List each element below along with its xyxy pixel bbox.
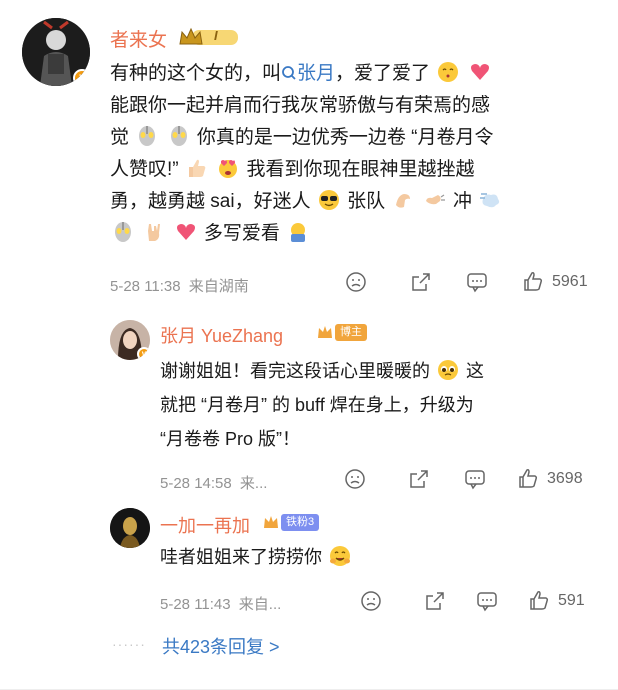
comment-line-6: 多写爱看 (203, 223, 280, 244)
reply-line-2: 就把 “月卷月” 的 buff 焊在身上，升级为 (160, 395, 474, 415)
avatar[interactable]: v (22, 18, 90, 86)
comment-line-4b: 我看到你现在眼神里越挫越 (246, 159, 475, 180)
comment-line-5c: 冲 (453, 191, 473, 212)
reply-line-1b: 这 (466, 361, 485, 381)
timestamp: 5-28 11:43 (160, 596, 231, 613)
reply-line-1: 谢谢姐姐！看完这段话心里暖暖的 (160, 361, 430, 381)
comment-line-3b: 你真的是一边优秀一边卷 “月卷月令 (196, 127, 494, 148)
reply-actions: 3698 (344, 468, 583, 490)
kissing-face-emoji-icon (438, 62, 459, 82)
like-icon (519, 469, 538, 488)
v-badge-icon: v (137, 347, 150, 360)
like-count: 5961 (552, 273, 588, 290)
reply-button[interactable] (464, 468, 517, 490)
comment-text-1: 有种的这个女的，叫 (110, 63, 282, 84)
sunglasses-emoji-icon (318, 190, 339, 210)
comment-meta: 5-28 11:38 来自湖南 (110, 275, 249, 296)
reply-body: 谢谢姐姐！看完这段话心里暖暖的 这 就把 “月卷月” 的 buff 焊在身上，升… (160, 354, 600, 456)
comment-icon (477, 592, 497, 612)
location: 来自湖南 (188, 278, 249, 295)
fan-badge: 铁粉3 (262, 513, 320, 531)
search-link-icon (282, 66, 296, 80)
crown-icon (264, 516, 278, 528)
pinch-hand-emoji-icon (396, 194, 411, 208)
reply-button[interactable] (466, 271, 522, 293)
avatar[interactable] (110, 508, 150, 548)
sad-face-icon (346, 272, 366, 292)
fan-badge-label: 铁粉3 (281, 513, 320, 531)
thread-dots: ······ (112, 636, 146, 652)
reply-meta: 5-28 14:58 来... (160, 472, 267, 493)
comment-line-4a: 人赞叹!” (110, 159, 179, 180)
reply-username[interactable]: 一加一再加 (160, 512, 250, 538)
reply-meta: 5-28 11:43 来自... (160, 593, 281, 614)
like-button[interactable]: 591 (528, 590, 585, 612)
reply-username[interactable]: 张月 YueZhang (160, 322, 283, 348)
ultraman-emoji-icon (170, 126, 187, 146)
reply-body: 哇者姐姐来了捞捞你 (160, 540, 600, 574)
share-icon (410, 470, 428, 488)
hugging-face-emoji-icon (330, 546, 351, 566)
blogger-badge-label: 博主 (335, 323, 367, 341)
main-comment: v 者来女 I 有种的这个女的，叫 张月，爱了爱了 能跟你一起并肩而行我灰常骄傲与… (0, 0, 618, 310)
thumbs-up-emoji-icon (188, 159, 206, 177)
comment-line-3a: 觉 (110, 127, 130, 148)
heart-emoji-icon (176, 224, 195, 240)
reading-emoji-icon (291, 223, 306, 242)
fist-bump-emoji-icon (425, 194, 445, 205)
timestamp: 5-28 11:38 (110, 278, 181, 295)
like-count: 591 (558, 592, 585, 609)
reply-comment: v 张月 YueZhang 博主 谢谢姐姐！看完这段话心里暖暖的 这 就把 “月… (0, 310, 618, 500)
blogger-badge: 博主 (316, 323, 367, 341)
dislike-button[interactable] (360, 590, 424, 612)
crown-icon (318, 326, 332, 338)
sad-face-icon (361, 591, 381, 611)
dislike-button[interactable] (344, 468, 408, 490)
crown-icon (179, 27, 238, 45)
avatar[interactable]: v (110, 320, 150, 360)
comment-icon (465, 470, 485, 490)
share-icon (426, 592, 444, 610)
comment-actions: 5961 (345, 271, 588, 293)
share-button[interactable] (410, 271, 466, 293)
sad-face-icon (345, 469, 365, 489)
location: 来自... (238, 596, 282, 613)
dash-emoji-icon (480, 193, 500, 208)
share-button[interactable] (424, 590, 476, 612)
comment-username[interactable]: 者来女 (110, 25, 167, 52)
reply-text: 哇者姐姐来了捞捞你 (160, 547, 322, 567)
comment-body: 有种的这个女的，叫 张月，爱了爱了 能跟你一起并肩而行我灰常骄傲与有荣焉的感 觉 … (110, 58, 600, 250)
ultraman-emoji-icon (115, 222, 131, 242)
comment-line-5b: 张队 (347, 191, 386, 212)
level-badge-text: I (214, 28, 218, 43)
heart-emoji-icon (470, 64, 489, 80)
reply-button[interactable] (476, 590, 528, 612)
like-button[interactable]: 3698 (517, 468, 583, 490)
like-button[interactable]: 5961 (522, 271, 588, 293)
reply-comment: 一加一再加 铁粉3 哇者姐姐来了捞捞你 5-28 11:43 来自... 591 (0, 500, 618, 620)
comment-line-2: 能跟你一起并肩而行我灰常骄傲与有荣焉的感 (110, 95, 491, 116)
location: 来... (239, 475, 268, 492)
heart-eyes-emoji-icon (219, 160, 238, 178)
level-badge: I (178, 26, 240, 48)
reply-line-3: “月卷卷 Pro 版”！ (160, 429, 301, 449)
dislike-button[interactable] (345, 271, 410, 293)
comment-text-2: ，爱了爱了 (335, 63, 431, 84)
comment-icon (467, 273, 487, 293)
timestamp: 5-28 14:58 (160, 475, 232, 492)
rock-hand-emoji-icon (148, 224, 161, 241)
like-icon (530, 591, 549, 610)
more-replies-link[interactable]: 共423条回复 > (162, 633, 280, 659)
share-button[interactable] (408, 468, 464, 490)
avatar-image (110, 508, 150, 548)
like-count: 3698 (547, 470, 583, 487)
reply-actions: 591 (360, 590, 585, 612)
comment-line-5a: 勇，越勇越 sai，好迷人 (110, 191, 311, 212)
like-icon (524, 272, 543, 291)
mention-link[interactable]: 张月 (281, 63, 335, 84)
share-icon (412, 273, 430, 291)
pleading-face-emoji-icon (438, 360, 459, 380)
ultraman-emoji-icon (139, 126, 156, 146)
v-badge-icon: v (73, 69, 90, 86)
